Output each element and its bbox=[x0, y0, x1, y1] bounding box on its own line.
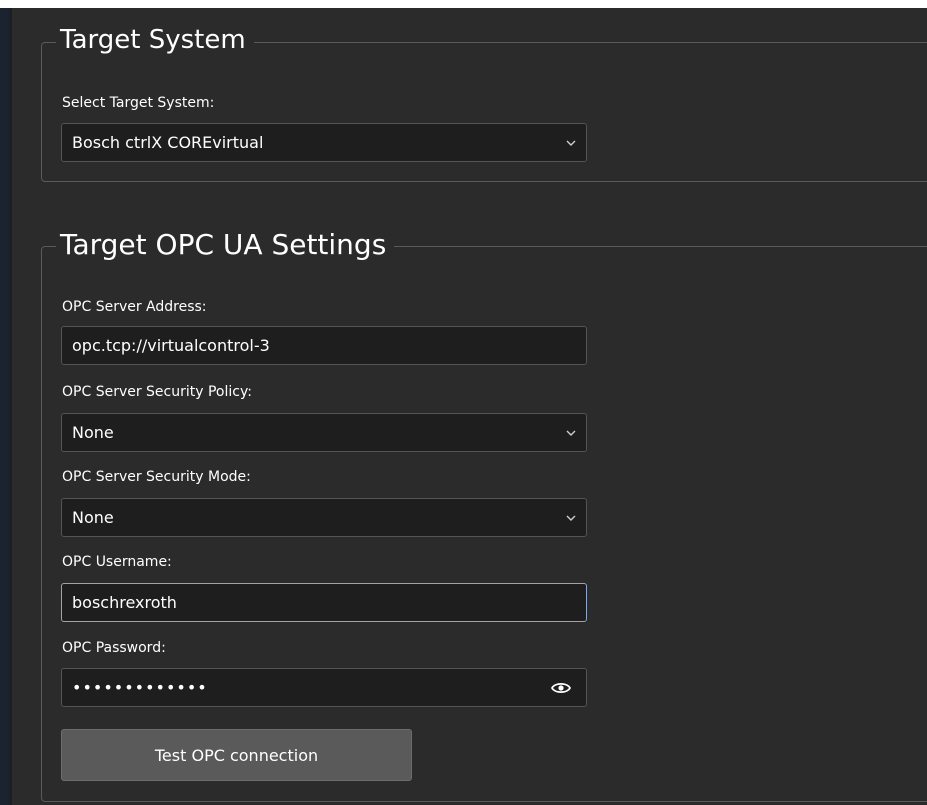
password-label: OPC Password: bbox=[62, 640, 166, 656]
security-policy-value: None bbox=[72, 423, 114, 442]
username-label: OPC Username: bbox=[62, 554, 172, 570]
select-target-system-label: Select Target System: bbox=[62, 95, 215, 111]
chevron-down-icon bbox=[566, 430, 576, 436]
opc-settings-title: Target OPC UA Settings bbox=[56, 228, 395, 262]
server-address-value: opc.tcp://virtualcontrol-3 bbox=[72, 336, 270, 355]
eye-icon[interactable] bbox=[551, 681, 571, 695]
security-mode-value: None bbox=[72, 508, 114, 527]
password-input[interactable]: ••••••••••••• bbox=[61, 668, 587, 707]
security-mode-label: OPC Server Security Mode: bbox=[62, 469, 251, 485]
chevron-down-icon bbox=[566, 515, 576, 521]
security-policy-label: OPC Server Security Policy: bbox=[62, 384, 252, 400]
chevron-down-icon bbox=[566, 140, 576, 146]
target-system-dropdown[interactable]: Bosch ctrlX COREvirtual bbox=[61, 123, 587, 162]
server-address-input[interactable]: opc.tcp://virtualcontrol-3 bbox=[61, 326, 587, 365]
test-opc-connection-label: Test OPC connection bbox=[154, 745, 319, 765]
target-system-value: Bosch ctrlX COREvirtual bbox=[72, 133, 264, 152]
security-mode-dropdown[interactable]: None bbox=[61, 498, 587, 537]
username-input[interactable]: boschrexroth bbox=[61, 583, 587, 622]
test-opc-connection-button[interactable]: Test OPC connection bbox=[61, 729, 412, 781]
target-system-title: Target System bbox=[56, 25, 254, 56]
panel-divider bbox=[9, 8, 12, 805]
password-value: ••••••••••••• bbox=[72, 678, 208, 697]
window-side-panel bbox=[0, 8, 9, 805]
username-value: boschrexroth bbox=[72, 593, 177, 612]
server-address-label: OPC Server Address: bbox=[62, 299, 207, 315]
security-policy-dropdown[interactable]: None bbox=[61, 413, 587, 452]
window-top-edge bbox=[0, 0, 927, 8]
